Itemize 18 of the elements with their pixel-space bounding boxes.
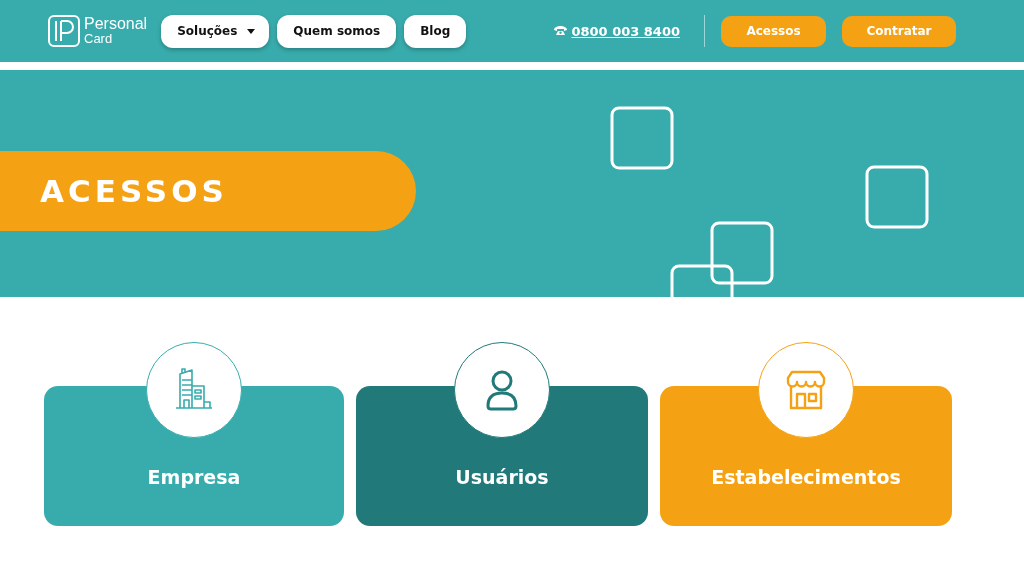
- caret-icon: [247, 28, 256, 34]
- access-card[interactable]: Usuários: [356, 342, 648, 526]
- nav-button[interactable]: Blog: [404, 14, 467, 48]
- logo-subtext: Card: [84, 31, 114, 46]
- card-label: Empresa: [147, 466, 241, 488]
- phone-icon: [554, 26, 568, 36]
- card-label: Estabelecimentos: [711, 466, 901, 488]
- card-label: Usuários: [455, 466, 549, 488]
- nav-button[interactable]: Quem somos: [277, 14, 397, 48]
- logo-icon: [48, 15, 80, 47]
- access-card[interactable]: Empresa: [44, 342, 344, 526]
- page-title: ACESSOS: [40, 172, 228, 209]
- header-button[interactable]: Contratar: [842, 15, 956, 47]
- header-button[interactable]: Acessos: [721, 15, 826, 47]
- logo-text: Personal: [84, 16, 148, 31]
- phone-link[interactable]: 0800 003 8400: [571, 23, 680, 39]
- nav-button[interactable]: Soluções: [161, 14, 270, 48]
- access-card[interactable]: Estabelecimentos: [660, 342, 952, 526]
